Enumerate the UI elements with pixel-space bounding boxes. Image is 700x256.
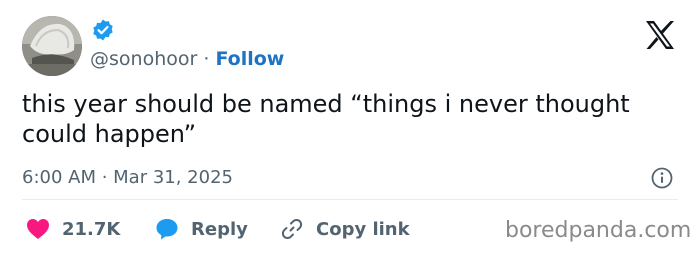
- reply-label: Reply: [191, 218, 248, 240]
- like-count: 21.7K: [62, 218, 121, 240]
- reply-button[interactable]: Reply: [155, 216, 248, 242]
- watermark: boredpanda.com: [505, 218, 692, 243]
- tweet-card: @sonohoor · Follow this year should be n…: [0, 0, 700, 256]
- author-row: @sonohoor · Follow: [90, 47, 284, 71]
- avatar[interactable]: [22, 16, 82, 76]
- speech-bubble-icon: [156, 219, 178, 240]
- like-button[interactable]: 21.7K: [26, 216, 120, 242]
- copy-link-button[interactable]: Copy link: [280, 216, 410, 242]
- tweet-timestamp[interactable]: 6:00 AM · Mar 31, 2025: [22, 166, 233, 190]
- avatar-photo: [22, 16, 82, 76]
- x-logo-icon[interactable]: [644, 20, 676, 50]
- link-icon: [281, 218, 303, 240]
- author-handle[interactable]: @sonohoor: [90, 48, 197, 70]
- verified-badge-icon: [93, 19, 113, 41]
- divider: [22, 199, 678, 200]
- tweet-text: this year should be named “things i neve…: [22, 90, 630, 148]
- info-icon[interactable]: [651, 167, 673, 189]
- follow-button[interactable]: Follow: [215, 48, 284, 70]
- separator-dot: ·: [203, 48, 210, 70]
- heart-icon: [27, 219, 49, 239]
- copy-link-label: Copy link: [316, 218, 410, 240]
